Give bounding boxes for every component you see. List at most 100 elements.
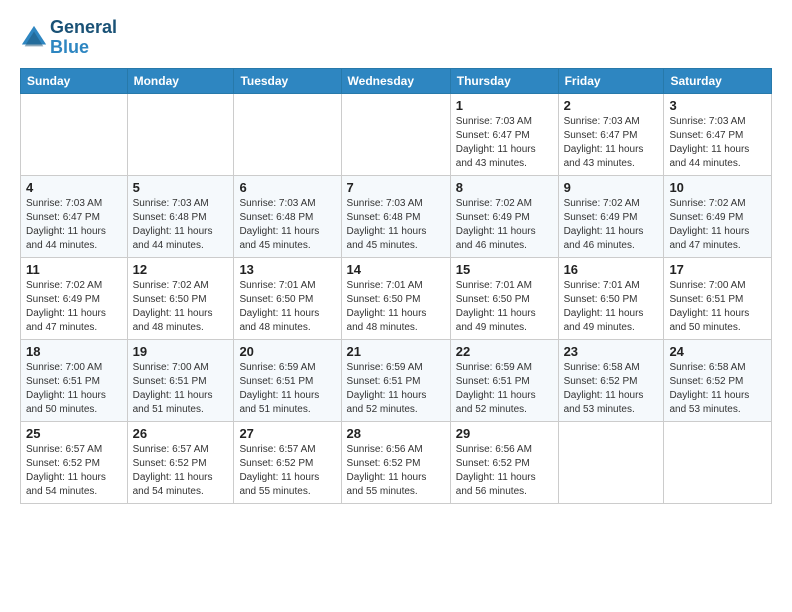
day-header-sunday: Sunday bbox=[21, 68, 128, 93]
day-header-thursday: Thursday bbox=[450, 68, 558, 93]
day-info: Sunrise: 7:00 AM Sunset: 6:51 PM Dayligh… bbox=[133, 361, 229, 417]
day-cell: 9 Sunrise: 7:02 AM Sunset: 6:49 PM Daylig… bbox=[558, 175, 664, 257]
day-number: 1 bbox=[456, 98, 553, 113]
day-cell bbox=[21, 93, 128, 175]
day-number: 21 bbox=[347, 344, 445, 359]
day-number: 7 bbox=[347, 180, 445, 195]
day-info: Sunrise: 7:03 AM Sunset: 6:48 PM Dayligh… bbox=[133, 197, 229, 253]
day-number: 20 bbox=[239, 344, 335, 359]
day-number: 2 bbox=[564, 98, 659, 113]
day-cell bbox=[558, 421, 664, 503]
day-info: Sunrise: 7:03 AM Sunset: 6:47 PM Dayligh… bbox=[26, 197, 122, 253]
day-info: Sunrise: 6:59 AM Sunset: 6:51 PM Dayligh… bbox=[239, 361, 335, 417]
day-info: Sunrise: 6:57 AM Sunset: 6:52 PM Dayligh… bbox=[239, 443, 335, 499]
logo-icon bbox=[20, 24, 48, 52]
day-header-wednesday: Wednesday bbox=[341, 68, 450, 93]
day-cell: 6Sunrise: 7:03 AM Sunset: 6:48 PM Daylig… bbox=[234, 175, 341, 257]
week-row-4: 18 Sunrise: 7:00 AM Sunset: 6:51 PM Dayli… bbox=[21, 339, 772, 421]
day-number: 18 bbox=[26, 344, 122, 359]
day-info: Sunrise: 7:03 AM Sunset: 6:48 PM Dayligh… bbox=[347, 197, 445, 253]
week-row-1: 1 Sunrise: 7:03 AM Sunset: 6:47 PM Daylig… bbox=[21, 93, 772, 175]
day-cell: 22 Sunrise: 6:59 AM Sunset: 6:51 PM Dayli… bbox=[450, 339, 558, 421]
day-header-tuesday: Tuesday bbox=[234, 68, 341, 93]
logo: General Blue bbox=[20, 18, 117, 58]
day-cell: 26 Sunrise: 6:57 AM Sunset: 6:52 PM Dayli… bbox=[127, 421, 234, 503]
day-cell bbox=[127, 93, 234, 175]
day-cell: 10 Sunrise: 7:02 AM Sunset: 6:49 PM Dayli… bbox=[664, 175, 772, 257]
day-cell: 12Sunrise: 7:02 AM Sunset: 6:50 PM Dayli… bbox=[127, 257, 234, 339]
logo-text: General Blue bbox=[50, 18, 117, 58]
day-header-saturday: Saturday bbox=[664, 68, 772, 93]
day-header-monday: Monday bbox=[127, 68, 234, 93]
day-info: Sunrise: 7:01 AM Sunset: 6:50 PM Dayligh… bbox=[456, 279, 553, 335]
day-cell: 11Sunrise: 7:02 AM Sunset: 6:49 PM Dayli… bbox=[21, 257, 128, 339]
day-cell: 8 Sunrise: 7:02 AM Sunset: 6:49 PM Daylig… bbox=[450, 175, 558, 257]
day-cell: 5 Sunrise: 7:03 AM Sunset: 6:48 PM Daylig… bbox=[127, 175, 234, 257]
day-number: 11 bbox=[26, 262, 122, 277]
day-cell: 23Sunrise: 6:58 AM Sunset: 6:52 PM Dayli… bbox=[558, 339, 664, 421]
day-number: 15 bbox=[456, 262, 553, 277]
day-info: Sunrise: 7:03 AM Sunset: 6:48 PM Dayligh… bbox=[239, 197, 335, 253]
day-number: 24 bbox=[669, 344, 766, 359]
day-info: Sunrise: 7:01 AM Sunset: 6:50 PM Dayligh… bbox=[239, 279, 335, 335]
day-cell: 13 Sunrise: 7:01 AM Sunset: 6:50 PM Dayli… bbox=[234, 257, 341, 339]
day-cell bbox=[664, 421, 772, 503]
calendar-table: SundayMondayTuesdayWednesdayThursdayFrid… bbox=[20, 68, 772, 504]
day-info: Sunrise: 7:01 AM Sunset: 6:50 PM Dayligh… bbox=[564, 279, 659, 335]
day-cell bbox=[234, 93, 341, 175]
day-number: 9 bbox=[564, 180, 659, 195]
header: General Blue bbox=[20, 18, 772, 58]
day-cell: 16 Sunrise: 7:01 AM Sunset: 6:50 PM Dayli… bbox=[558, 257, 664, 339]
day-cell: 4Sunrise: 7:03 AM Sunset: 6:47 PM Daylig… bbox=[21, 175, 128, 257]
day-number: 27 bbox=[239, 426, 335, 441]
day-number: 12 bbox=[133, 262, 229, 277]
day-number: 16 bbox=[564, 262, 659, 277]
day-info: Sunrise: 6:56 AM Sunset: 6:52 PM Dayligh… bbox=[456, 443, 553, 499]
day-number: 19 bbox=[133, 344, 229, 359]
week-row-3: 11Sunrise: 7:02 AM Sunset: 6:49 PM Dayli… bbox=[21, 257, 772, 339]
day-cell: 21 Sunrise: 6:59 AM Sunset: 6:51 PM Dayli… bbox=[341, 339, 450, 421]
week-row-5: 25 Sunrise: 6:57 AM Sunset: 6:52 PM Dayli… bbox=[21, 421, 772, 503]
day-number: 25 bbox=[26, 426, 122, 441]
day-number: 8 bbox=[456, 180, 553, 195]
day-number: 26 bbox=[133, 426, 229, 441]
day-number: 29 bbox=[456, 426, 553, 441]
day-number: 5 bbox=[133, 180, 229, 195]
day-cell: 19 Sunrise: 7:00 AM Sunset: 6:51 PM Dayli… bbox=[127, 339, 234, 421]
day-cell: 20 Sunrise: 6:59 AM Sunset: 6:51 PM Dayli… bbox=[234, 339, 341, 421]
day-number: 3 bbox=[669, 98, 766, 113]
day-cell bbox=[341, 93, 450, 175]
day-cell: 7 Sunrise: 7:03 AM Sunset: 6:48 PM Daylig… bbox=[341, 175, 450, 257]
day-number: 10 bbox=[669, 180, 766, 195]
day-cell: 17Sunrise: 7:00 AM Sunset: 6:51 PM Dayli… bbox=[664, 257, 772, 339]
day-cell: 27 Sunrise: 6:57 AM Sunset: 6:52 PM Dayli… bbox=[234, 421, 341, 503]
day-cell: 1 Sunrise: 7:03 AM Sunset: 6:47 PM Daylig… bbox=[450, 93, 558, 175]
day-info: Sunrise: 7:00 AM Sunset: 6:51 PM Dayligh… bbox=[26, 361, 122, 417]
day-cell: 18 Sunrise: 7:00 AM Sunset: 6:51 PM Dayli… bbox=[21, 339, 128, 421]
day-info: Sunrise: 7:03 AM Sunset: 6:47 PM Dayligh… bbox=[456, 115, 553, 171]
day-info: Sunrise: 6:58 AM Sunset: 6:52 PM Dayligh… bbox=[669, 361, 766, 417]
day-info: Sunrise: 7:03 AM Sunset: 6:47 PM Dayligh… bbox=[564, 115, 659, 171]
day-info: Sunrise: 6:57 AM Sunset: 6:52 PM Dayligh… bbox=[133, 443, 229, 499]
day-cell: 15 Sunrise: 7:01 AM Sunset: 6:50 PM Dayli… bbox=[450, 257, 558, 339]
day-number: 23 bbox=[564, 344, 659, 359]
day-info: Sunrise: 6:59 AM Sunset: 6:51 PM Dayligh… bbox=[347, 361, 445, 417]
day-number: 17 bbox=[669, 262, 766, 277]
day-info: Sunrise: 7:02 AM Sunset: 6:49 PM Dayligh… bbox=[564, 197, 659, 253]
day-info: Sunrise: 7:02 AM Sunset: 6:49 PM Dayligh… bbox=[669, 197, 766, 253]
day-cell: 25 Sunrise: 6:57 AM Sunset: 6:52 PM Dayli… bbox=[21, 421, 128, 503]
day-header-friday: Friday bbox=[558, 68, 664, 93]
days-header-row: SundayMondayTuesdayWednesdayThursdayFrid… bbox=[21, 68, 772, 93]
day-info: Sunrise: 6:56 AM Sunset: 6:52 PM Dayligh… bbox=[347, 443, 445, 499]
page: General Blue SundayMondayTuesdayWednesda… bbox=[0, 0, 792, 514]
day-info: Sunrise: 7:02 AM Sunset: 6:49 PM Dayligh… bbox=[456, 197, 553, 253]
day-info: Sunrise: 7:03 AM Sunset: 6:47 PM Dayligh… bbox=[669, 115, 766, 171]
day-number: 28 bbox=[347, 426, 445, 441]
day-number: 13 bbox=[239, 262, 335, 277]
day-number: 22 bbox=[456, 344, 553, 359]
day-cell: 3 Sunrise: 7:03 AM Sunset: 6:47 PM Daylig… bbox=[664, 93, 772, 175]
day-cell: 29 Sunrise: 6:56 AM Sunset: 6:52 PM Dayli… bbox=[450, 421, 558, 503]
day-info: Sunrise: 6:59 AM Sunset: 6:51 PM Dayligh… bbox=[456, 361, 553, 417]
day-info: Sunrise: 6:57 AM Sunset: 6:52 PM Dayligh… bbox=[26, 443, 122, 499]
day-info: Sunrise: 7:01 AM Sunset: 6:50 PM Dayligh… bbox=[347, 279, 445, 335]
